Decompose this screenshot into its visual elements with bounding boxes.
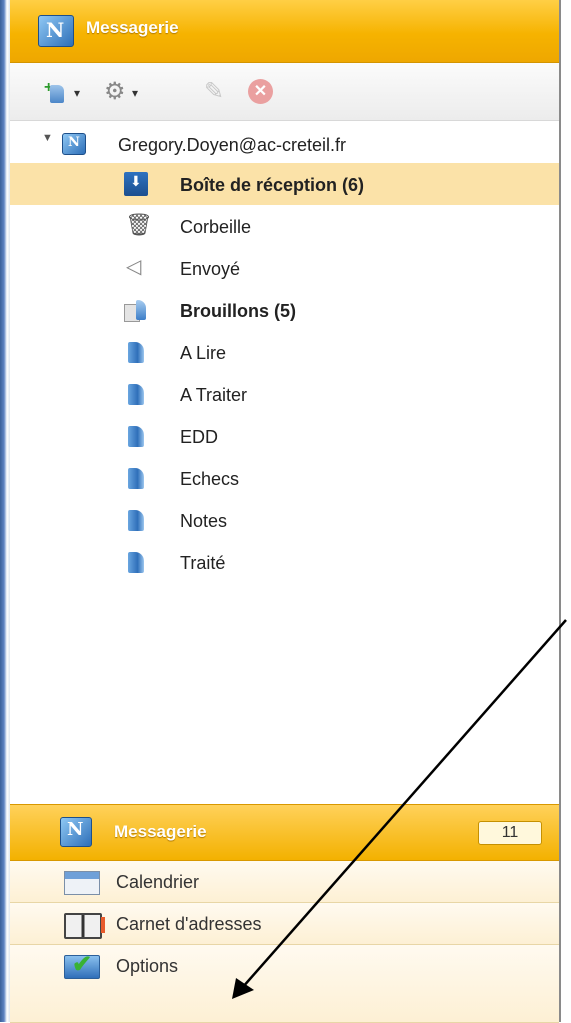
annotation-arrow [232,619,567,999]
annotation-arrow-head [232,978,254,999]
annotation-arrow-line [241,619,567,989]
